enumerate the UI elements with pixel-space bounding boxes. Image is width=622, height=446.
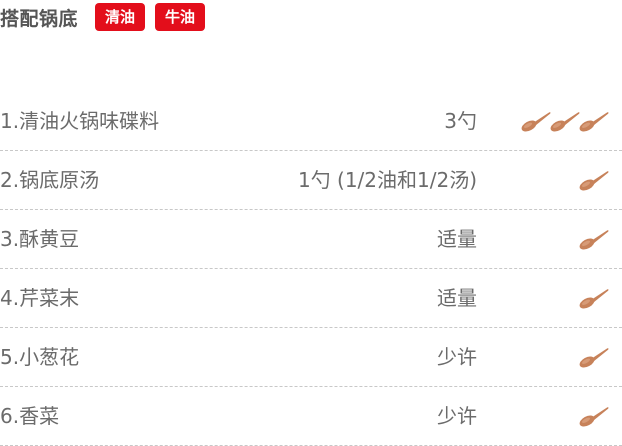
spoon-count — [521, 108, 610, 134]
list-item: 5.小葱花 少许 — [0, 328, 622, 387]
ingredient-name: 2.锅底原汤 — [0, 168, 100, 192]
wooden-spoon-icon — [579, 230, 609, 250]
wooden-spoon-icon — [579, 112, 609, 132]
ingredient-name: 1.清油火锅味碟料 — [0, 109, 160, 133]
spoon-count — [579, 167, 610, 193]
list-item: 1.清油火锅味碟料 3勺 — [0, 92, 622, 151]
ingredient-list: 1.清油火锅味碟料 3勺 2.锅底原汤 1勺 (1/2油和1/2汤) 3.酥黄豆… — [0, 92, 622, 446]
spoon-count — [579, 226, 610, 252]
ingredient-amount: 3勺 — [444, 109, 477, 133]
wooden-spoon-icon — [579, 289, 609, 309]
list-item: 6.香菜 少许 — [0, 387, 622, 446]
page-title: 搭配锅底 — [0, 7, 79, 30]
list-item: 2.锅底原汤 1勺 (1/2油和1/2汤) — [0, 151, 622, 210]
list-item: 3.酥黄豆 适量 — [0, 210, 622, 269]
tag-niuyou[interactable]: 牛油 — [155, 3, 206, 31]
spoon-count — [579, 344, 610, 370]
wooden-spoon-icon — [521, 112, 551, 132]
ingredient-name: 4.芹菜末 — [0, 286, 80, 310]
wooden-spoon-icon — [579, 348, 609, 368]
wooden-spoon-icon — [550, 112, 580, 132]
tag-qingyou[interactable]: 清油 — [95, 3, 146, 31]
ingredient-amount: 少许 — [437, 404, 477, 428]
header: 搭配锅底 清油 牛油 — [0, 0, 206, 34]
ingredient-amount: 1勺 (1/2油和1/2汤) — [297, 168, 477, 192]
ingredient-name: 6.香菜 — [0, 404, 60, 428]
list-item: 4.芹菜末 适量 — [0, 269, 622, 328]
ingredient-amount: 适量 — [437, 286, 477, 310]
ingredient-name: 5.小葱花 — [0, 345, 80, 369]
ingredient-amount: 少许 — [437, 345, 477, 369]
ingredient-name: 3.酥黄豆 — [0, 227, 80, 251]
spoon-count — [579, 403, 610, 429]
ingredient-amount: 适量 — [437, 227, 477, 251]
spoon-count — [579, 285, 610, 311]
wooden-spoon-icon — [579, 407, 609, 427]
wooden-spoon-icon — [579, 171, 609, 191]
